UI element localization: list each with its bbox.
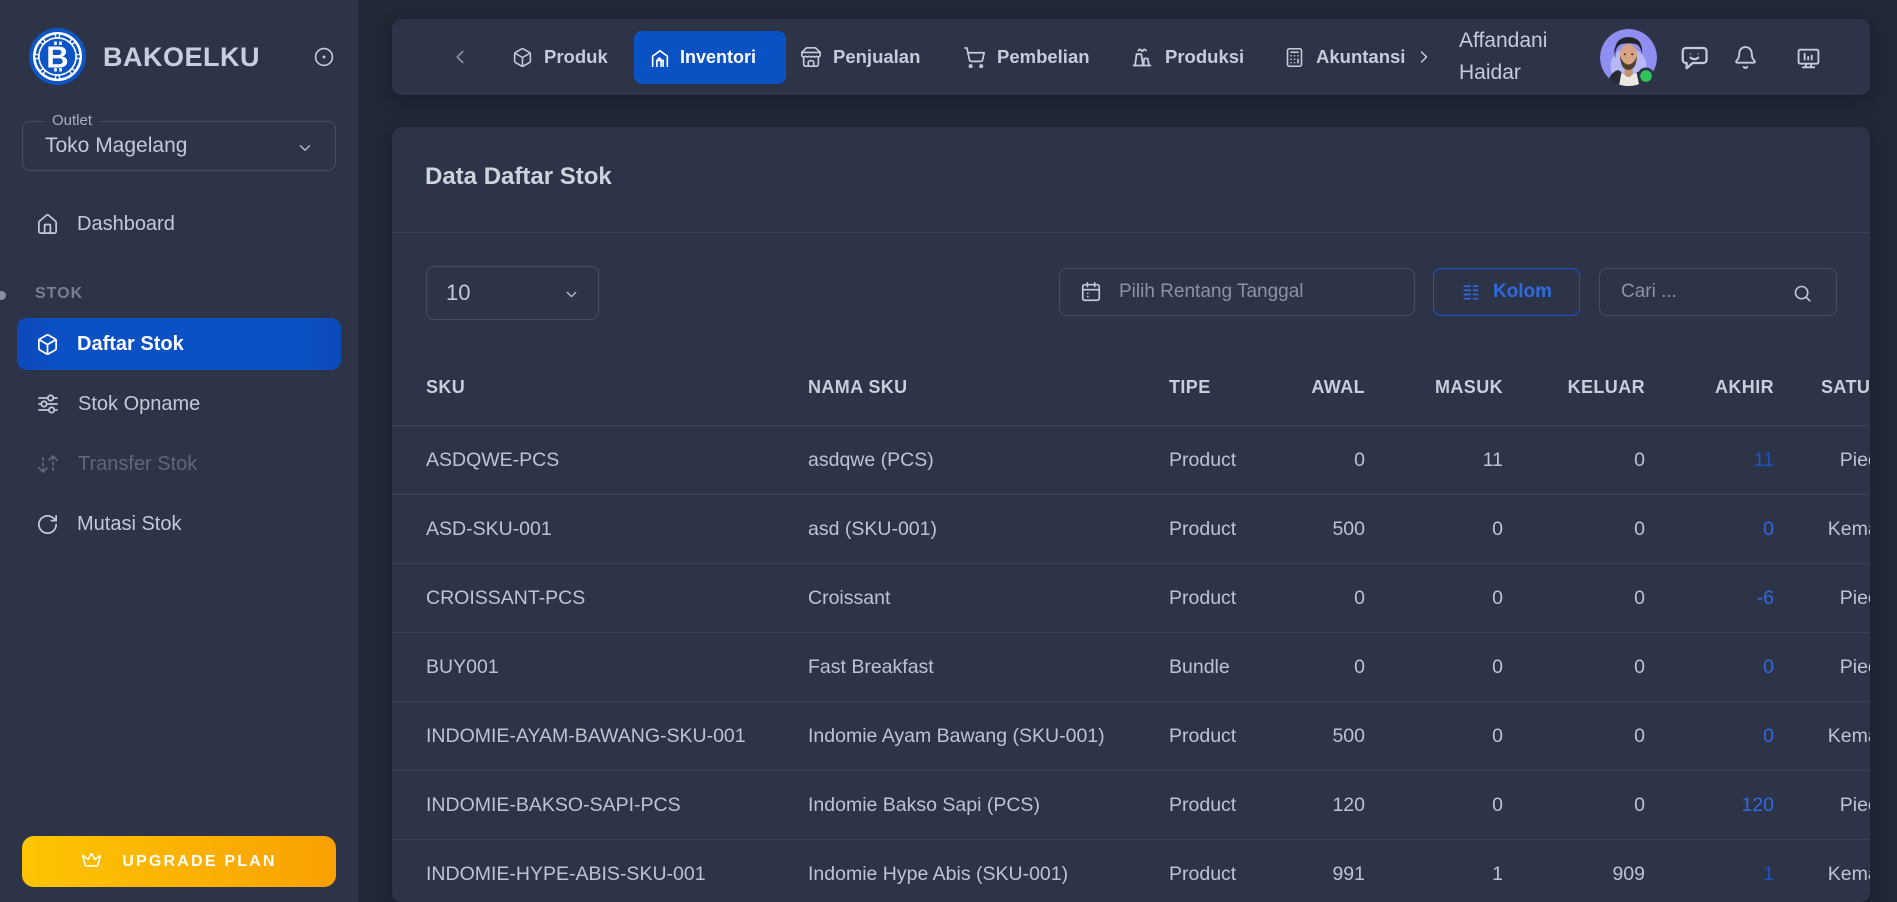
svg-text:B: B	[46, 40, 68, 75]
